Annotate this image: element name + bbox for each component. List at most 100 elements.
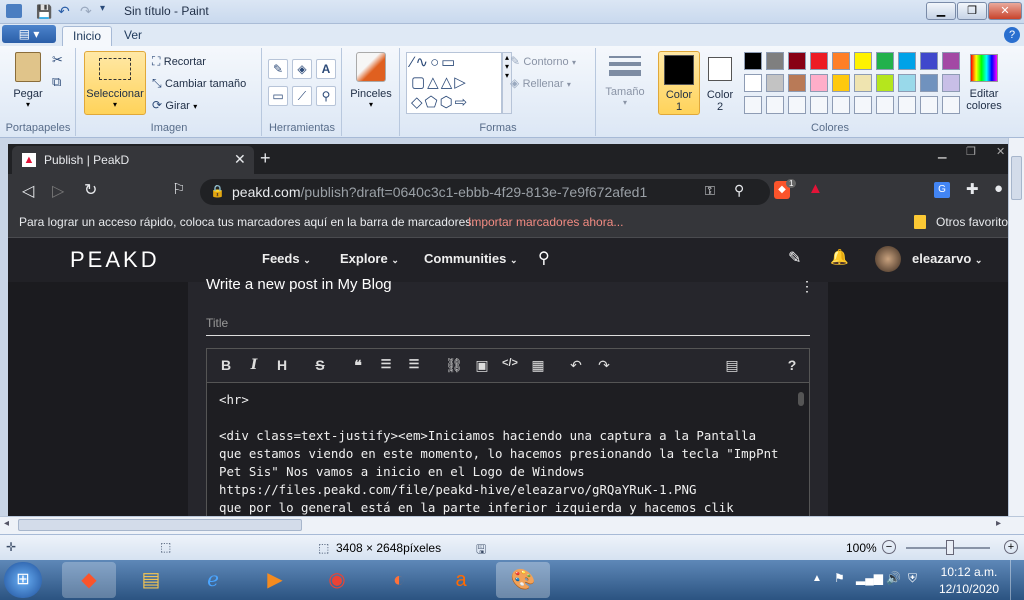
italic-icon[interactable]: I (243, 357, 265, 373)
zoom-slider-thumb[interactable] (946, 540, 954, 555)
browser-tab[interactable]: ▲ Publish | PeakD ✕ (12, 146, 254, 174)
palette-swatch[interactable] (744, 52, 762, 70)
palette-swatch[interactable] (920, 74, 938, 92)
palette-swatch[interactable] (898, 52, 916, 70)
other-bookmarks[interactable]: Otros favorito (936, 215, 1008, 229)
scroll-left-icon[interactable]: ◂ (4, 518, 9, 529)
quote-icon[interactable]: ❝ (347, 357, 369, 374)
nav-explore[interactable]: Explore ⌄ (340, 251, 399, 266)
taskbar-avast[interactable]: a (434, 562, 488, 598)
palette-swatch[interactable] (810, 52, 828, 70)
search-icon[interactable]: ⚲ (538, 248, 550, 268)
undo-icon[interactable]: ↶ (565, 357, 587, 374)
back-icon[interactable]: ◁ (22, 181, 34, 201)
help-icon[interactable]: ? (781, 357, 803, 373)
preview-icon[interactable]: ▤ (721, 357, 743, 374)
nav-communities[interactable]: Communities ⌄ (424, 251, 518, 266)
palette-swatch[interactable] (788, 74, 806, 92)
scroll-thumb[interactable] (1011, 156, 1022, 200)
lock-icon[interactable]: 🔒 (210, 184, 225, 198)
palette-swatch[interactable] (876, 74, 894, 92)
paste-button[interactable]: Pegar ▾ (8, 52, 48, 112)
palette-swatch[interactable] (942, 74, 960, 92)
palette-swatch[interactable] (832, 52, 850, 70)
browser-close-icon[interactable]: ✕ (996, 145, 1005, 158)
zoom-in-button[interactable]: + (1004, 540, 1018, 554)
size-button[interactable]: Tamaño ▾ (600, 52, 650, 116)
translate-icon[interactable]: G (934, 182, 950, 198)
unordered-list-icon[interactable]: ☰ (403, 357, 425, 371)
forward-icon[interactable]: ▷ (52, 181, 64, 201)
tray-network-icon[interactable]: ▂▄▆ (856, 571, 883, 585)
palette-swatch[interactable] (766, 52, 784, 70)
ordered-list-icon[interactable]: ☰ (375, 357, 397, 371)
browser-maximize-icon[interactable]: ❐ (966, 145, 976, 158)
zoom-icon[interactable]: ⚲ (734, 182, 744, 199)
shapes-gallery[interactable]: ∕∿○▭ ▢△△▷ ◇⬠⬡⇨ (406, 52, 502, 114)
taskbar-ie[interactable]: ℯ (186, 562, 240, 598)
taskbar-chrome[interactable]: ◉ (310, 562, 364, 598)
tab-close-icon[interactable]: ✕ (234, 151, 246, 168)
horizontal-scrollbar[interactable]: ◂ ▸ (0, 516, 1024, 534)
zoom-out-button[interactable]: − (882, 540, 896, 554)
palette-empty-slot[interactable] (942, 96, 960, 114)
palette-swatch[interactable] (832, 74, 850, 92)
rotate-button[interactable]: ⟳ Girar ▾ (152, 98, 197, 112)
palette-empty-slot[interactable] (854, 96, 872, 114)
show-desktop-button[interactable] (1010, 560, 1024, 600)
maximize-button[interactable]: ❐ (957, 2, 987, 20)
pencil-icon[interactable]: ✎ (788, 248, 801, 268)
palette-swatch[interactable] (766, 74, 784, 92)
resize-button[interactable]: ⤡ Cambiar tamaño (152, 76, 246, 91)
key-icon[interactable]: ⚿ (705, 183, 715, 199)
peakd-logo[interactable]: PEAKD (70, 247, 160, 273)
palette-swatch[interactable] (920, 52, 938, 70)
editor-scroll-thumb[interactable] (798, 392, 804, 406)
avatar[interactable] (875, 246, 901, 272)
reload-icon[interactable]: ↻ (84, 180, 97, 200)
more-options-icon[interactable]: ⋮ (800, 278, 814, 295)
palette-swatch[interactable] (854, 74, 872, 92)
palette-swatch[interactable] (810, 74, 828, 92)
crop-button[interactable]: ⛶ Recortar (152, 54, 206, 69)
palette-empty-slot[interactable] (876, 96, 894, 114)
palette-empty-slot[interactable] (898, 96, 916, 114)
nav-feeds[interactable]: Feeds ⌄ (262, 251, 311, 266)
magnifier-icon[interactable]: ⚲ (316, 86, 336, 106)
tab-inicio[interactable]: Inicio (62, 26, 113, 46)
scroll-right-icon[interactable]: ▸ (996, 518, 1001, 529)
help-icon[interactable]: ? (1004, 27, 1020, 43)
save-icon[interactable]: 💾 (36, 4, 52, 20)
tray-action-center-icon[interactable]: ⚑ (834, 571, 845, 585)
taskbar-firefox[interactable]: ◐ (372, 562, 426, 598)
vertical-scrollbar[interactable] (1008, 138, 1024, 516)
outline-button[interactable]: ✎ Contorno ▾ (510, 54, 576, 68)
clock-time[interactable]: 10:12 a.m. (938, 565, 1000, 579)
title-input[interactable]: Title (206, 306, 810, 336)
palette-swatch[interactable] (876, 52, 894, 70)
redo-icon[interactable]: ↷ (593, 357, 615, 374)
bookmark-icon[interactable]: ⚐ (172, 180, 185, 198)
bell-icon[interactable]: 🔔 (830, 248, 849, 266)
taskbar-paint[interactable]: 🎨 (496, 562, 550, 598)
new-tab-icon[interactable]: + (260, 148, 271, 169)
quick-access-dropdown-icon[interactable]: ▾ (100, 3, 105, 14)
palette-swatch[interactable] (854, 52, 872, 70)
address-bar[interactable]: 🔒 peakd.com/publish?draft=0640c3c1-ebbb-… (200, 179, 770, 205)
color-picker-icon[interactable]: ⟋ (292, 86, 312, 106)
copy-icon[interactable]: ⧉ (52, 74, 61, 90)
color2-button[interactable]: Color 2 (702, 51, 738, 115)
tab-ver[interactable]: Ver (114, 26, 152, 46)
heading-icon[interactable]: H (271, 357, 293, 373)
eraser-icon[interactable]: ▭ (268, 86, 288, 106)
post-body-editor[interactable]: <hr> <div class=text-justify><em>Iniciamo… (206, 382, 810, 516)
palette-swatch[interactable] (898, 74, 916, 92)
browser-minimize-icon[interactable]: ▁ (938, 146, 946, 159)
profile-icon[interactable]: ● (994, 180, 1003, 197)
palette-empty-slot[interactable] (744, 96, 762, 114)
undo-icon[interactable]: ↶ (58, 3, 70, 20)
color1-button[interactable]: Color 1 (658, 51, 700, 115)
close-button[interactable]: ✕ (988, 2, 1022, 20)
fill-button[interactable]: ◈ Rellenar ▾ (510, 76, 571, 90)
palette-swatch[interactable] (942, 52, 960, 70)
